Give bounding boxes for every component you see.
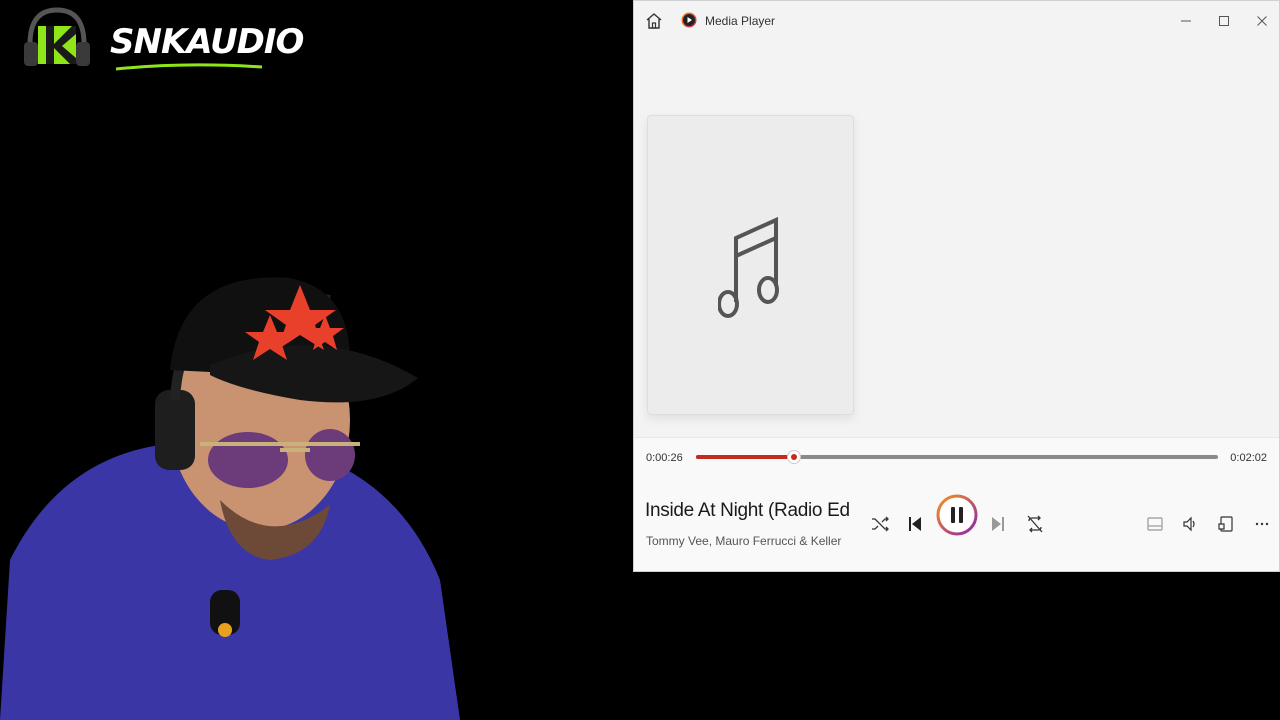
- app-title: Media Player: [705, 14, 776, 28]
- media-player-icon: [681, 12, 697, 28]
- shuffle-button[interactable]: [868, 512, 892, 536]
- shuffle-icon: [872, 516, 889, 532]
- pause-icon: [936, 494, 978, 536]
- volume-icon: [1183, 516, 1195, 532]
- seek-slider[interactable]: [696, 450, 1218, 464]
- cast-icon: [1218, 516, 1233, 532]
- miniplayer-button[interactable]: [1143, 512, 1167, 536]
- stream-logo: SNKAUDIO: [22, 4, 304, 80]
- repeat-button[interactable]: [1023, 512, 1047, 536]
- next-button[interactable]: [986, 512, 1010, 536]
- next-track-icon: [992, 517, 1004, 531]
- logo-underline: [115, 63, 263, 71]
- current-time: 0:00:26: [646, 452, 683, 464]
- media-player-window: Media Player 0:00:26 0:02:02 Inside At N…: [633, 0, 1280, 572]
- cast-button[interactable]: [1214, 512, 1238, 536]
- headphones-logo-icon: [24, 7, 90, 66]
- more-options-icon: [1255, 522, 1269, 526]
- previous-button[interactable]: [903, 512, 927, 536]
- miniplayer-icon: [1147, 517, 1163, 531]
- more-options-button[interactable]: [1250, 512, 1274, 536]
- title-bar: Media Player: [634, 1, 1279, 41]
- previous-track-icon: [909, 517, 921, 531]
- track-artist[interactable]: Tommy Vee, Mauro Ferrucci & Keller: [646, 534, 852, 548]
- seek-progress: [696, 455, 794, 459]
- album-art: [647, 115, 854, 415]
- playback-bar: 0:00:26 0:02:02 Inside At Night (Radio E…: [634, 437, 1279, 571]
- music-note-icon: [718, 216, 779, 318]
- minimize-icon[interactable]: [1176, 11, 1196, 31]
- volume-button[interactable]: [1178, 512, 1202, 536]
- play-pause-button[interactable]: [936, 494, 978, 536]
- repeat-off-icon: [1027, 515, 1043, 533]
- logo-text: SNKAUDIO: [110, 22, 304, 62]
- total-time: 0:02:02: [1230, 452, 1267, 464]
- home-icon[interactable]: [644, 11, 664, 31]
- seek-thumb[interactable]: [786, 450, 801, 464]
- close-icon[interactable]: [1252, 11, 1272, 31]
- webcam-feed: [0, 277, 460, 720]
- track-title[interactable]: Inside At Night (Radio Edi...: [645, 500, 851, 522]
- maximize-icon[interactable]: [1214, 11, 1234, 31]
